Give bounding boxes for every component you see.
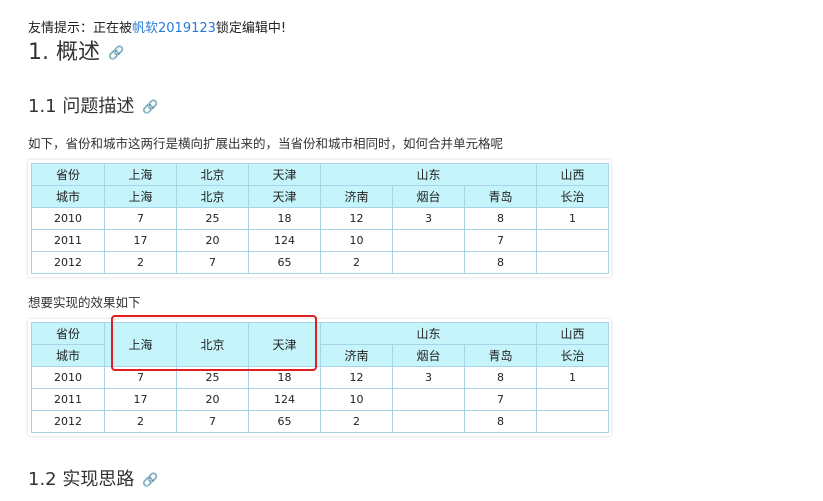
table-cell: 3 <box>392 366 465 389</box>
table-cell: 10 <box>320 229 393 252</box>
table-cell: 天津 <box>248 163 321 186</box>
table-cell: 7 <box>463 229 538 252</box>
locking-user-link[interactable]: 帆软2019123 <box>132 21 216 36</box>
heading-overview-text: 1. 概述 <box>28 40 100 65</box>
table-cell: 省份 <box>31 322 105 345</box>
notice-suffix: 锁定编辑中! <box>215 21 287 36</box>
anchor-link-icon[interactable]: 🔗 <box>142 100 158 115</box>
table-cell: 2 <box>320 410 393 433</box>
table-cell: 2012 <box>31 251 105 274</box>
table-cell: 65 <box>248 410 321 433</box>
source-table-container: 省份 上海 北京 天津 山东 山西 城市 上海 北京 天津 济南 烟台 青岛 长… <box>28 160 611 277</box>
table-cell: 7 <box>104 207 177 230</box>
table-cell: 8 <box>463 251 538 274</box>
province-row: 省份 上海 北京 天津 山东 山西 <box>31 163 610 186</box>
table-cell: 65 <box>248 251 321 274</box>
table-cell: 20 <box>176 388 249 411</box>
intro-paragraph: 如下，省份和城市这两行是横向扩展出来的，当省份和城市相同时，如何合并单元格呢 <box>28 136 504 151</box>
table-cell: 2011 <box>31 388 105 411</box>
table-cell: 7 <box>463 388 538 411</box>
table-cell: 上海 <box>104 185 177 208</box>
table-cell: 7 <box>176 410 249 433</box>
table-cell: 8 <box>463 207 538 230</box>
table-cell: 1 <box>536 207 610 230</box>
table-cell: 7 <box>176 251 249 274</box>
table-cell: 25 <box>176 366 249 389</box>
table-cell: 北京 <box>176 163 249 186</box>
table-cell: 12 <box>320 366 393 389</box>
table-cell <box>392 229 465 252</box>
merged-table-container: 省份 上海 北京 天津 山东 山西 城市 济南 烟台 青岛 长治 2010 7 … <box>28 319 611 436</box>
table-cell: 124 <box>248 229 321 252</box>
merged-table: 省份 上海 北京 天津 山东 山西 城市 济南 烟台 青岛 长治 2010 7 … <box>31 322 610 433</box>
table-cell: 2010 <box>31 207 105 230</box>
effect-paragraph: 想要实现的效果如下 <box>28 295 141 310</box>
table-cell: 青岛 <box>463 185 538 208</box>
province-row: 省份 上海 北京 天津 山东 山西 <box>31 322 610 367</box>
table-row: 2012 2 7 65 2 8 <box>31 410 610 433</box>
table-cell: 2012 <box>31 410 105 433</box>
table-cell: 17 <box>104 388 177 411</box>
table-cell: 2 <box>104 410 177 433</box>
table-cell <box>536 388 610 411</box>
table-cell: 城市 <box>31 185 105 208</box>
table-cell: 山东 <box>319 322 538 345</box>
table-cell: 济南 <box>320 185 393 208</box>
table-cell: 12 <box>320 207 393 230</box>
table-cell: 青岛 <box>463 344 538 367</box>
heading-overview: 1. 概述 🔗 <box>28 34 124 66</box>
table-cell <box>392 410 465 433</box>
table-cell: 长治 <box>536 344 610 367</box>
table-cell: 3 <box>392 207 465 230</box>
merged-cell: 北京 <box>176 322 249 367</box>
table-cell: 烟台 <box>392 344 465 367</box>
table-cell: 8 <box>463 366 538 389</box>
table-cell: 18 <box>248 207 321 230</box>
table-row: 2012 2 7 65 2 8 <box>31 251 610 274</box>
table-cell: 山西 <box>536 163 610 186</box>
merged-cell: 天津 <box>248 322 321 367</box>
table-cell: 2 <box>320 251 393 274</box>
table-cell: 天津 <box>248 185 321 208</box>
source-table: 省份 上海 北京 天津 山东 山西 城市 上海 北京 天津 济南 烟台 青岛 长… <box>31 163 610 274</box>
table-cell: 2 <box>104 251 177 274</box>
table-cell: 124 <box>248 388 321 411</box>
table-cell: 1 <box>536 366 610 389</box>
table-cell: 烟台 <box>392 185 465 208</box>
table-cell: 长治 <box>536 185 610 208</box>
heading-problem: 1.1 问题描述 🔗 <box>28 92 159 118</box>
table-row: 2011 17 20 124 10 7 <box>31 388 610 411</box>
table-cell: 7 <box>104 366 177 389</box>
table-cell <box>536 229 610 252</box>
table-cell <box>536 410 610 433</box>
table-row: 2011 17 20 124 10 7 <box>31 229 610 252</box>
heading-solution: 1.2 实现思路 🔗 <box>28 465 159 491</box>
table-cell: 济南 <box>320 344 393 367</box>
table-cell: 17 <box>104 229 177 252</box>
table-cell: 2011 <box>31 229 105 252</box>
table-row: 2010 7 25 18 12 3 8 1 <box>31 366 610 389</box>
table-cell: 2010 <box>31 366 105 389</box>
table-cell: 20 <box>176 229 249 252</box>
table-cell <box>536 251 610 274</box>
city-row: 城市 上海 北京 天津 济南 烟台 青岛 长治 <box>31 185 610 208</box>
table-row: 2010 7 25 18 12 3 8 1 <box>31 207 610 230</box>
table-cell: 山西 <box>536 322 610 345</box>
table-cell: 上海 <box>104 163 177 186</box>
anchor-link-icon[interactable]: 🔗 <box>108 46 124 61</box>
table-cell: 10 <box>320 388 393 411</box>
table-cell: 8 <box>463 410 538 433</box>
table-cell: 山东 <box>319 163 538 186</box>
table-cell <box>392 388 465 411</box>
table-cell: 城市 <box>31 344 105 367</box>
table-cell: 18 <box>248 366 321 389</box>
merged-cell: 上海 <box>104 322 177 367</box>
table-cell: 省份 <box>31 163 105 186</box>
table-cell: 北京 <box>176 185 249 208</box>
heading-problem-text: 1.1 问题描述 <box>28 96 135 117</box>
heading-solution-text: 1.2 实现思路 <box>28 469 135 490</box>
table-cell: 25 <box>176 207 249 230</box>
anchor-link-icon[interactable]: 🔗 <box>142 473 158 488</box>
table-cell <box>392 251 465 274</box>
